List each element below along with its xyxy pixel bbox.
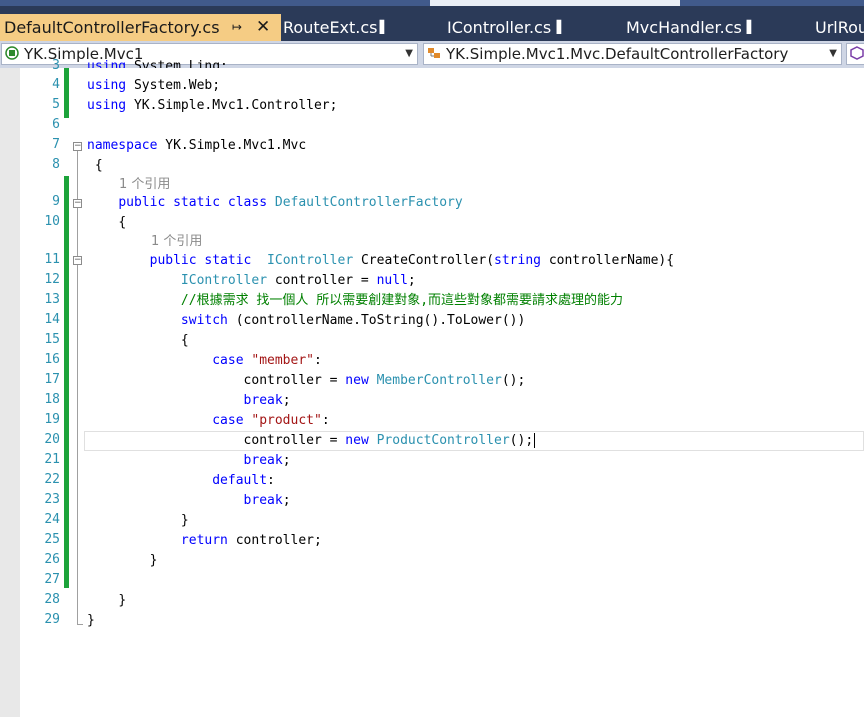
code-line: case "member": [212,353,322,368]
code-line: } [87,613,95,628]
pin-icon[interactable]: ▐ [375,14,384,41]
class-icon [428,48,440,58]
code-line: } [118,593,127,608]
tab-routeext[interactable]: RouteExt.cs ▐ [281,14,441,41]
line-number: 27 [44,572,60,587]
line-number: 8 [52,157,60,172]
code-line: break; [243,493,291,508]
line-number: 9 [52,194,60,209]
line-number: 10 [44,214,60,229]
line-number: 21 [44,452,60,467]
collapse-icon[interactable]: − [73,199,82,208]
code-line: } [149,553,158,568]
tab-defaultcontrollerfactory[interactable]: DefaultControllerFactory.cs ↦ ✕ [0,14,281,41]
code-line: } [180,513,189,528]
pin-icon[interactable]: ↦ [232,14,242,41]
code-line: using System.Linq; [87,59,228,68]
line-number: 23 [44,492,60,507]
change-marker [64,68,69,118]
tab-label: DefaultControllerFactory.cs [4,18,220,37]
member-icon [850,46,864,60]
tab-bar-stripe-light [430,0,680,6]
line-number: 17 [44,372,60,387]
tab-label: MvcHandler.cs [626,18,742,37]
code-line: controller = new ProductController(); [243,433,536,448]
outline-line [77,151,78,625]
tab-label: UrlRou [815,18,864,37]
line-number: 18 [44,392,60,407]
text-cursor [534,433,536,448]
line-number: 15 [44,332,60,347]
line-number: 19 [44,412,60,427]
chevron-down-icon: ▼ [405,48,413,59]
code-line: { [118,215,127,230]
collapse-icon[interactable]: − [73,256,82,265]
tab-icontroller[interactable]: IController.cs ▐ [447,14,617,41]
tab-mvchandler[interactable]: MvcHandler.cs ▐ [626,14,806,41]
code-line: //根據需求 找一個人 所以需要創建對象,而這些對象都需要請求處理的能力 [180,293,624,308]
line-number: 28 [44,592,60,607]
codelens-references[interactable]: 1 个引用 [151,232,202,252]
document-tab-bar: DefaultControllerFactory.cs ↦ ✕ RouteExt… [0,0,864,41]
code-line: default: [212,473,275,488]
line-number: 6 [52,117,60,132]
type-dropdown[interactable]: YK.Simple.Mvc1.Mvc.DefaultControllerFact… [423,43,842,65]
close-icon[interactable]: ✕ [256,14,270,41]
line-number: 20 [44,432,60,447]
code-line: break; [243,453,291,468]
type-name: YK.Simple.Mvc1.Mvc.DefaultControllerFact… [446,45,789,63]
line-number: 25 [44,532,60,547]
code-line: controller = new MemberController(); [243,373,526,388]
pin-icon[interactable]: ▐ [552,14,561,41]
line-number: 29 [44,612,60,627]
line-number: 13 [44,292,60,307]
line-number: 12 [44,272,60,287]
code-line: using System.Web; [87,78,221,93]
code-line: break; [243,393,291,408]
tab-label: IController.cs [447,18,552,37]
code-line: namespace YK.Simple.Mvc1.Mvc [87,138,307,153]
line-number: 4 [52,77,60,92]
line-number: 7 [52,137,60,152]
project-icon [5,46,19,60]
codelens-references[interactable]: 1 个引用 [119,175,170,195]
code-line: { [180,333,189,348]
line-number: 5 [52,97,60,112]
collapse-icon[interactable]: − [73,142,82,151]
line-number: 26 [44,552,60,567]
member-dropdown[interactable] [846,43,864,65]
line-number: 22 [44,472,60,487]
tab-label: RouteExt.cs [283,18,378,37]
code-line: public static IController CreateControll… [149,253,675,268]
chevron-down-icon: ▼ [829,48,837,59]
code-line: using YK.Simple.Mvc1.Controller; [87,98,338,113]
code-line: switch (controllerName.ToString().ToLowe… [180,313,526,328]
code-line: return controller; [180,533,322,548]
pin-icon[interactable]: ▐ [742,14,751,41]
line-number: 16 [44,352,60,367]
outline-end [77,624,83,625]
code-line: IController controller = null; [180,273,416,288]
tab-urlroute[interactable]: UrlRou [815,14,864,41]
code-line: public static class DefaultControllerFac… [118,195,463,210]
change-marker [64,176,69,588]
indicator-margin [0,68,20,717]
code-line: { [94,158,103,173]
code-line: case "product": [212,413,330,428]
line-number: 3 [52,58,60,73]
line-number: 24 [44,512,60,527]
line-number: 14 [44,312,60,327]
line-number: 11 [44,252,60,267]
